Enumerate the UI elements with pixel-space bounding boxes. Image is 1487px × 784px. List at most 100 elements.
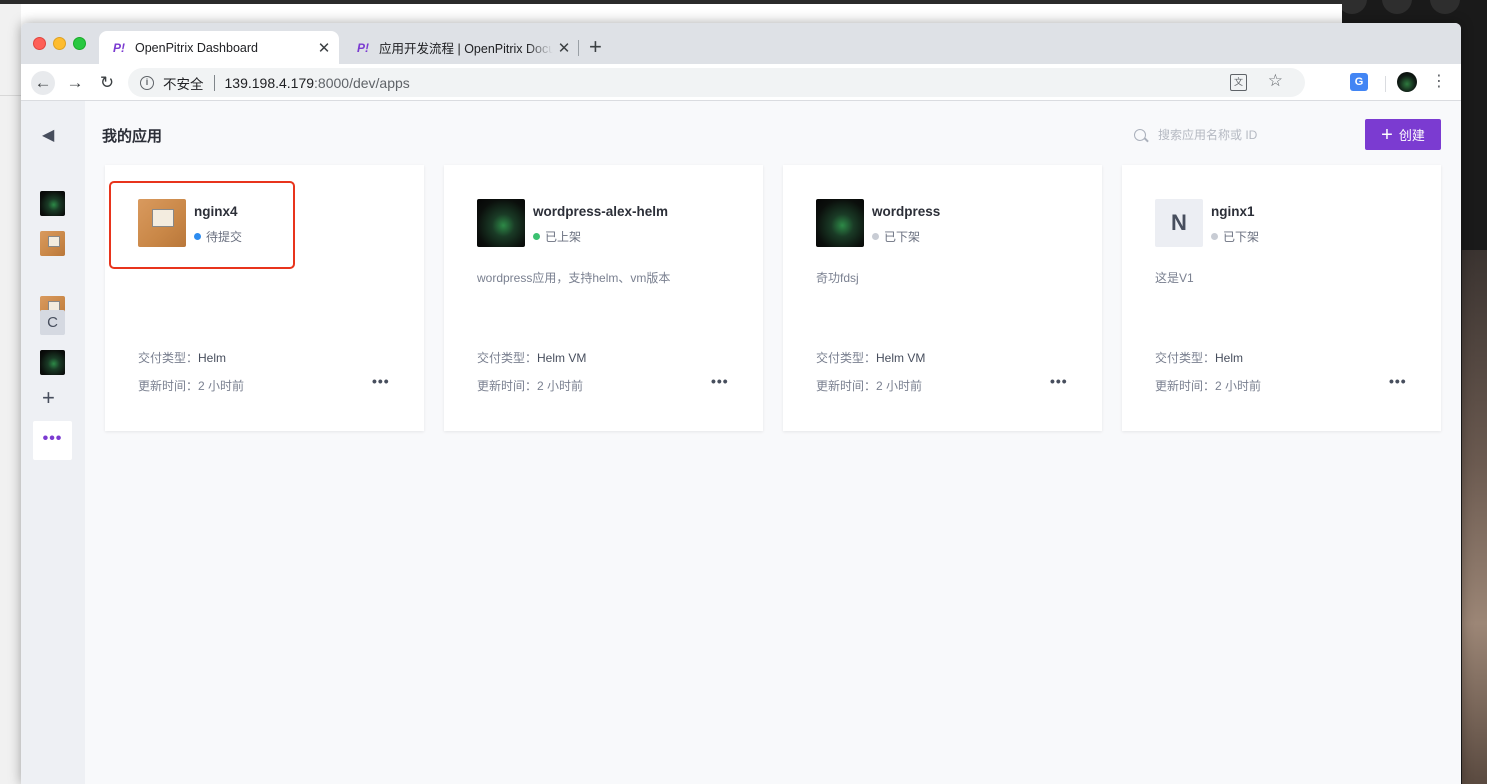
status-dot <box>194 233 201 240</box>
more-actions-button[interactable]: ••• <box>711 373 729 389</box>
google-translate-extension-icon[interactable]: G <box>1350 73 1368 91</box>
desktop-menubar-strip <box>0 0 1487 4</box>
security-label: 不安全 <box>163 76 204 92</box>
app-description: 这是V1 <box>1155 271 1194 285</box>
desktop-icon <box>1430 0 1460 14</box>
more-actions-button[interactable]: ••• <box>1050 373 1068 389</box>
more-apps-button[interactable]: ••• <box>33 421 72 460</box>
update-time: 更新时间：2 小时前 <box>1155 377 1261 394</box>
delivery-label: 交付类型： <box>477 351 538 365</box>
status-badge: 已下架 <box>872 228 920 245</box>
openpitrix-favicon-icon: P! <box>113 40 125 55</box>
info-icon[interactable]: i <box>140 75 154 90</box>
delivery-value: Helm <box>1215 351 1244 365</box>
tab-separator <box>578 40 579 56</box>
sidebar-app-nginx4[interactable] <box>40 231 65 256</box>
status-dot <box>872 233 879 240</box>
close-tab-icon[interactable]: ✕ <box>313 39 335 57</box>
delivery-value: Helm <box>198 351 227 365</box>
delivery-label: 交付类型： <box>816 351 877 365</box>
search-icon <box>1134 128 1146 141</box>
tab-openpitrix-docs[interactable]: P! 应用开发流程 | OpenPitrix Documentation ✕ <box>343 31 579 64</box>
more-actions-button[interactable]: ••• <box>372 373 390 389</box>
close-tab-icon[interactable]: ✕ <box>553 39 575 57</box>
desktop-background-window <box>0 4 21 784</box>
status-dot <box>1211 233 1218 240</box>
updated-label: 更新时间： <box>138 379 199 393</box>
reload-button[interactable]: ↻ <box>95 71 119 95</box>
create-app-button[interactable]: + 创建 <box>1365 119 1441 150</box>
app-content: ◀︎ C + ••• 我的应用 搜索应用名称或 ID + 创建 nginx4 待… <box>21 101 1461 784</box>
update-time: 更新时间：2 小时前 <box>477 377 583 394</box>
forward-button[interactable]: → <box>63 71 87 95</box>
page-title: 我的应用 <box>102 128 163 145</box>
app-icon <box>138 199 186 247</box>
status-text: 待提交 <box>206 230 243 244</box>
highlight-box <box>109 181 295 269</box>
app-icon <box>477 199 525 247</box>
delivery-type: 交付类型：Helm <box>138 349 226 366</box>
bookmark-star-icon[interactable]: ☆ <box>1268 71 1283 91</box>
app-name[interactable]: nginx1 <box>1211 204 1255 219</box>
create-label: 创建 <box>1398 128 1425 143</box>
plus-icon: + <box>1381 123 1393 146</box>
app-description: 奇功fdsj <box>816 271 859 285</box>
delivery-value: Helm VM <box>537 351 587 365</box>
close-window-button[interactable] <box>33 37 46 50</box>
updated-label: 更新时间： <box>477 379 538 393</box>
sidebar-app-wordpress-alex-helm[interactable] <box>40 191 65 216</box>
app-card-nginx4[interactable]: nginx4 待提交 交付类型：Helm 更新时间：2 小时前 ••• <box>105 165 424 431</box>
updated-value: 2 小时前 <box>198 379 245 393</box>
app-name[interactable]: wordpress <box>872 204 940 219</box>
back-arrow-icon[interactable]: ◀︎ <box>42 125 54 145</box>
address-divider <box>213 74 215 91</box>
tab-openpitrix-dashboard[interactable]: P! OpenPitrix Dashboard ✕ <box>99 31 339 64</box>
app-card-wordpress-alex-helm[interactable]: wordpress-alex-helm 已上架 wordpress应用，支持he… <box>444 165 763 431</box>
app-description: wordpress应用，支持helm、vm版本 <box>477 271 671 285</box>
sidebar: ◀︎ C + ••• <box>21 101 85 784</box>
app-letter-icon: N <box>1155 199 1203 247</box>
sidebar-app-c[interactable]: C <box>40 310 65 335</box>
new-tab-button[interactable]: + <box>589 35 602 59</box>
address-bar[interactable]: i 不安全 139.198.4.179:8000/dev/apps 文 ☆ <box>128 68 1305 97</box>
desktop-icon <box>1342 0 1367 14</box>
url-path: :8000/dev/apps <box>314 74 410 91</box>
browser-menu-icon[interactable]: ⋮ <box>1431 72 1447 92</box>
add-app-icon[interactable]: + <box>42 387 55 409</box>
sidebar-app-wordpress[interactable] <box>40 350 65 375</box>
status-dot <box>533 233 540 240</box>
wallpaper-glow <box>1462 250 1487 784</box>
status-text: 已上架 <box>545 230 582 244</box>
delivery-type: 交付类型：Helm VM <box>816 349 925 366</box>
app-name[interactable]: nginx4 <box>194 204 238 219</box>
more-actions-button[interactable]: ••• <box>1389 373 1407 389</box>
app-icon <box>816 199 864 247</box>
app-card-wordpress[interactable]: wordpress 已下架 奇功fdsj 交付类型：Helm VM 更新时间：2… <box>783 165 1102 431</box>
status-text: 已下架 <box>884 230 921 244</box>
status-badge: 待提交 <box>194 228 242 245</box>
delivery-label: 交付类型： <box>138 351 199 365</box>
url-host: 139.198.4.179 <box>224 74 315 91</box>
tab-strip: P! OpenPitrix Dashboard ✕ P! 应用开发流程 | Op… <box>21 23 1461 64</box>
status-text: 已下架 <box>1223 230 1260 244</box>
tab-title: 应用开发流程 | OpenPitrix Documentation <box>379 42 553 56</box>
browser-toolbar: ← → ↻ i 不安全 139.198.4.179:8000/dev/apps … <box>21 64 1461 101</box>
delivery-type: 交付类型：Helm VM <box>477 349 586 366</box>
status-badge: 已上架 <box>533 228 581 245</box>
desktop-divider <box>0 95 21 96</box>
translate-icon[interactable]: 文 <box>1230 74 1247 91</box>
updated-value: 2 小时前 <box>1215 379 1262 393</box>
profile-avatar[interactable] <box>1397 72 1417 92</box>
updated-label: 更新时间： <box>1155 379 1216 393</box>
search-placeholder[interactable]: 搜索应用名称或 ID <box>1158 126 1257 143</box>
updated-label: 更新时间： <box>816 379 877 393</box>
openpitrix-favicon-icon: P! <box>357 40 369 55</box>
toolbar-divider <box>1385 76 1386 92</box>
app-card-nginx1[interactable]: N nginx1 已下架 这是V1 交付类型：Helm 更新时间：2 小时前 •… <box>1122 165 1441 431</box>
app-name[interactable]: wordpress-alex-helm <box>533 204 668 219</box>
search-box[interactable]: 搜索应用名称或 ID <box>1134 126 1257 143</box>
minimize-window-button[interactable] <box>53 37 66 50</box>
delivery-label: 交付类型： <box>1155 351 1216 365</box>
maximize-window-button[interactable] <box>73 37 86 50</box>
back-button[interactable]: ← <box>31 71 55 95</box>
